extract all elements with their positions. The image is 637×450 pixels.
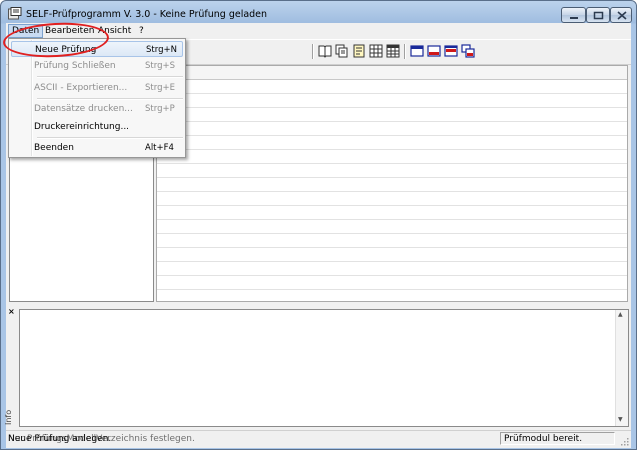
document-icon[interactable] (352, 44, 366, 58)
menu-separator (37, 137, 183, 139)
book-icon[interactable] (318, 44, 332, 58)
menu-item-label: Prüfung Schließen (34, 61, 116, 71)
menu-ansicht[interactable]: Ansicht (95, 25, 134, 38)
main-window: SELF-Prüfprogramm V. 3.0 - Keine Prüfung… (0, 0, 637, 450)
close-button[interactable] (610, 7, 632, 23)
maximize-button[interactable] (586, 7, 610, 23)
menu-item-pruefung-schliessen[interactable]: Prüfung Schließen Strg+S (11, 58, 183, 74)
menu-item-druckereinrichtung[interactable]: Druckereinrichtung... (11, 119, 183, 135)
table-grid-icon[interactable] (386, 44, 400, 58)
menu-separator (37, 98, 183, 100)
status-bar: Nur PrüfungsModellVerzeichnis festlegen.… (6, 430, 631, 448)
menu-item-label: Datensätze drucken... (34, 104, 133, 114)
info-close-button[interactable]: × (8, 307, 15, 316)
menu-item-ascii-export[interactable]: ASCII - Exportieren... Strg+E (11, 80, 183, 96)
maximize-icon (593, 11, 604, 20)
window-title: SELF-Prüfprogramm V. 3.0 - Keine Prüfung… (26, 9, 268, 20)
menu-item-shortcut: Strg+S (145, 61, 175, 71)
menu-item-shortcut: Strg+E (145, 83, 175, 93)
menu-item-label: Beenden (34, 143, 74, 153)
menu-item-shortcut: Alt+F4 (145, 143, 174, 153)
close-icon (617, 11, 627, 20)
menu-help[interactable]: ? (136, 25, 147, 38)
menu-item-neue-pruefung[interactable]: Neue Prüfung Strg+N (11, 41, 183, 57)
window-split-icon[interactable] (444, 44, 458, 58)
window-cascade-icon[interactable] (461, 44, 475, 58)
toolbar-separator (312, 44, 314, 59)
data-grid[interactable] (156, 65, 628, 302)
menu-item-beenden[interactable]: Beenden Alt+F4 (11, 140, 183, 156)
scroll-up-icon[interactable]: ▲ (618, 311, 623, 318)
menu-item-shortcut: Strg+N (146, 45, 177, 55)
daten-menu-dropdown: Neue Prüfung Strg+N Prüfung Schließen St… (8, 38, 186, 158)
minimize-button[interactable] (561, 7, 586, 23)
info-text-area[interactable]: ▲ ▼ (19, 309, 629, 427)
menu-item-label: Druckereinrichtung... (34, 122, 130, 132)
window-red-icon[interactable] (427, 44, 441, 58)
minimize-icon (570, 17, 578, 19)
grid-header (157, 66, 627, 80)
menu-item-shortcut: Strg+P (145, 104, 175, 114)
menu-item-label: Neue Prüfung (35, 45, 97, 55)
menu-separator (37, 76, 183, 78)
scroll-down-icon[interactable]: ▼ (618, 416, 623, 423)
window-blue-icon[interactable] (410, 44, 424, 58)
menu-item-datensaetze-drucken[interactable]: Datensätze drucken... Strg+P (11, 101, 183, 117)
menu-daten[interactable]: Daten (8, 24, 44, 38)
info-panel: × Info ▲ ▼ (4, 307, 631, 429)
table-icon[interactable] (369, 44, 383, 58)
menu-item-label: ASCII - Exportieren... (34, 83, 128, 93)
resize-grip-icon[interactable] (619, 436, 629, 446)
menu-bearbeiten[interactable]: Bearbeiten (42, 25, 97, 38)
toolbar-separator (404, 44, 406, 59)
copy-pages-icon[interactable] (335, 44, 349, 58)
info-scrollbar[interactable]: ▲ ▼ (615, 310, 628, 426)
status-module: Prüfmodul bereit. (500, 432, 615, 445)
menu-bar: Daten Bearbeiten Ansicht ? (6, 23, 631, 39)
app-icon (8, 7, 22, 20)
info-side-label: Info (4, 409, 13, 425)
status-text: Neue Prüfung anlegen. (8, 434, 112, 444)
